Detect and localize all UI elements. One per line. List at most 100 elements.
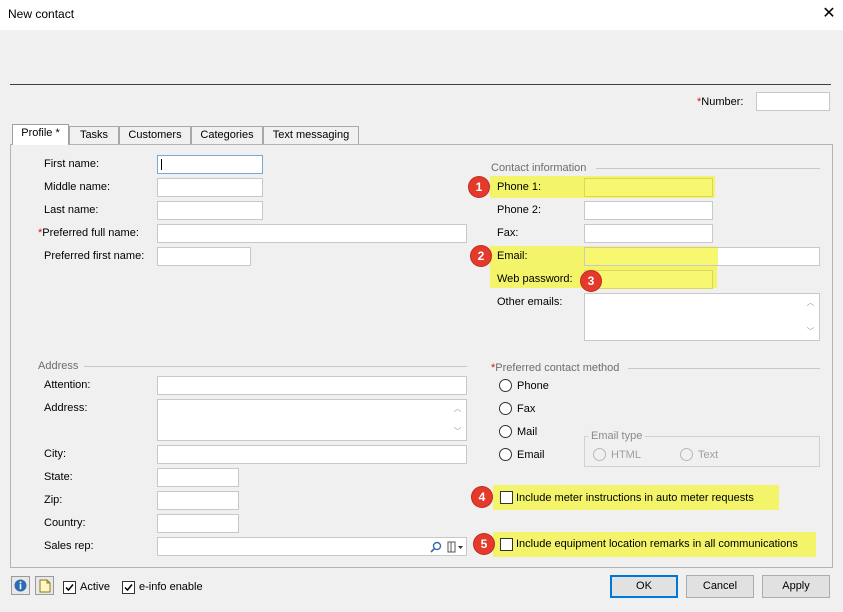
cancel-button[interactable]: Cancel [686, 575, 754, 598]
tab-customers[interactable]: Customers [119, 126, 191, 144]
equipment-remarks-checkbox[interactable] [500, 538, 513, 551]
first-name-label: First name: [44, 158, 100, 170]
radio-html[interactable] [593, 448, 606, 461]
number-label-text: Number: [701, 96, 744, 108]
phone1-input[interactable] [584, 178, 713, 197]
web-password-input[interactable] [584, 270, 713, 289]
equipment-remarks-label: Include equipment location remarks in al… [516, 538, 798, 550]
window-title: New contact [8, 7, 75, 21]
checkmark-icon [65, 584, 74, 592]
checkmark-icon [124, 584, 133, 592]
tab-categories[interactable]: Categories [191, 126, 263, 144]
radio-text-label: Text [698, 449, 719, 461]
preferred-full-name-label-text: Preferred full name: [42, 227, 139, 239]
preferred-first-name-label: Preferred first name: [44, 250, 145, 262]
radio-phone[interactable] [499, 379, 512, 392]
sales-rep-input[interactable] [157, 537, 467, 556]
tab-profile[interactable]: Profile * [12, 124, 69, 145]
last-name-input[interactable] [157, 201, 263, 220]
phone2-input[interactable] [584, 201, 713, 220]
middle-name-input[interactable] [157, 178, 263, 197]
zip-input[interactable] [157, 491, 239, 510]
radio-phone-label: Phone [517, 380, 549, 392]
dropdown-icon[interactable] [447, 541, 465, 553]
last-name-label: Last name: [44, 204, 99, 216]
city-label: City: [44, 448, 66, 460]
annotation-badge-2: 2 [471, 246, 491, 266]
search-icon[interactable] [430, 541, 442, 553]
preferred-full-name-input[interactable] [157, 224, 467, 243]
address-textarea[interactable]: ︿ ﹀ [157, 399, 467, 441]
meter-instructions-checkbox[interactable] [500, 491, 513, 504]
ok-button[interactable]: OK [610, 575, 678, 598]
fax-label: Fax: [497, 227, 519, 239]
info-button[interactable] [11, 576, 30, 595]
tab-text-messaging[interactable]: Text messaging [263, 126, 359, 144]
title-bar [0, 0, 843, 30]
annotation-badge-1: 1 [469, 177, 489, 197]
radio-fax-label: Fax [517, 403, 536, 415]
other-emails-textarea[interactable]: ︿ ﹀ [584, 293, 820, 341]
address-group-label: Address [38, 360, 79, 372]
address-label: Address: [44, 402, 88, 414]
radio-email[interactable] [499, 448, 512, 461]
group-divider [596, 168, 820, 169]
attention-label: Attention: [44, 379, 91, 391]
notes-button[interactable] [35, 576, 54, 595]
radio-mail[interactable] [499, 425, 512, 438]
annotation-badge-3: 3 [581, 271, 601, 291]
meter-instructions-label: Include meter instructions in auto meter… [516, 492, 754, 504]
active-checkbox[interactable] [63, 581, 76, 594]
group-divider [84, 366, 467, 367]
radio-fax[interactable] [499, 402, 512, 415]
email-label: Email: [497, 250, 528, 262]
scroll-up-icon[interactable]: ︿ [450, 403, 465, 414]
state-input[interactable] [157, 468, 239, 487]
attention-input[interactable] [157, 376, 467, 395]
number-label: *Number: [697, 95, 743, 109]
fax-input[interactable] [584, 224, 713, 243]
radio-text[interactable] [680, 448, 693, 461]
preferred-contact-group-label: *Preferred contact method [491, 361, 619, 375]
email-type-label: Email type [588, 429, 646, 443]
close-icon[interactable]: ✕ [818, 3, 840, 25]
scroll-down-icon[interactable]: ﹀ [803, 326, 818, 337]
radio-mail-label: Mail [517, 426, 538, 438]
group-divider [628, 368, 820, 369]
preferred-first-name-input[interactable] [157, 247, 251, 266]
apply-button[interactable]: Apply [762, 575, 830, 598]
other-emails-label: Other emails: [497, 296, 563, 308]
info-icon [14, 579, 27, 592]
radio-email-label: Email [517, 449, 545, 461]
scroll-up-icon[interactable]: ︿ [803, 297, 818, 308]
first-name-input[interactable] [157, 155, 263, 174]
sales-rep-label: Sales rep: [44, 540, 94, 552]
zip-label: Zip: [44, 494, 63, 506]
notes-icon [39, 579, 51, 593]
web-password-label: Web password: [497, 273, 573, 285]
text-caret [161, 159, 162, 170]
scroll-down-icon[interactable]: ﹀ [450, 426, 465, 437]
contact-information-group-label: Contact information [491, 162, 587, 174]
einfo-label: e-info enable [139, 581, 203, 593]
header-divider [10, 84, 831, 85]
phone2-label: Phone 2: [497, 204, 542, 216]
annotation-badge-4: 4 [472, 487, 492, 507]
country-label: Country: [44, 517, 86, 529]
radio-html-label: HTML [611, 449, 641, 461]
einfo-checkbox[interactable] [122, 581, 135, 594]
email-input[interactable] [584, 247, 820, 266]
country-input[interactable] [157, 514, 239, 533]
state-label: State: [44, 471, 73, 483]
number-input[interactable] [756, 92, 830, 111]
middle-name-label: Middle name: [44, 181, 111, 193]
city-input[interactable] [157, 445, 467, 464]
tab-tasks[interactable]: Tasks [69, 126, 119, 144]
scrollbar[interactable]: ︿ ﹀ [450, 401, 465, 439]
active-label: Active [80, 581, 110, 593]
preferred-full-name-label: *Preferred full name: [38, 226, 139, 240]
annotation-badge-5: 5 [474, 534, 494, 554]
preferred-contact-group-label-text: Preferred contact method [495, 362, 620, 374]
phone1-label: Phone 1: [497, 181, 542, 193]
scrollbar[interactable]: ︿ ﹀ [803, 295, 818, 339]
